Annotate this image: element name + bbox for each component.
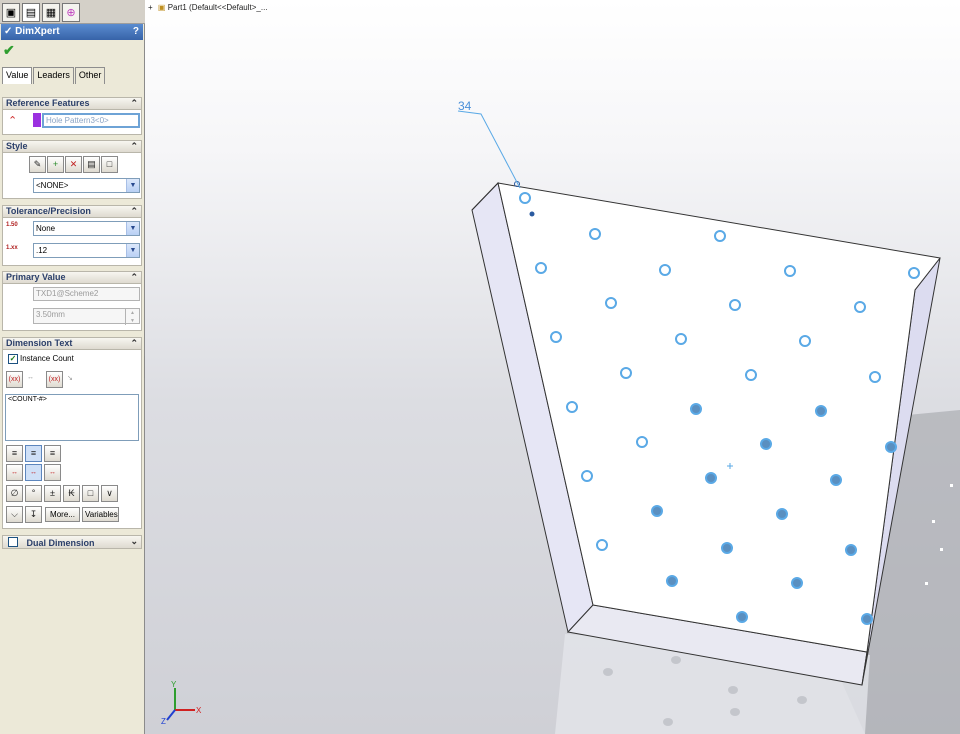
tolerance-precision-body: 1.50 None ▼ 1.xx .12 ▼ <box>2 218 142 266</box>
section-reference-features[interactable]: Reference Features ⌃ <box>2 97 142 110</box>
dimension-text-area[interactable]: <COUNT-#> <box>5 394 139 441</box>
help-button[interactable]: ? <box>133 24 139 40</box>
callout-leader <box>457 110 521 189</box>
callout-text[interactable]: 34 <box>458 99 472 113</box>
dimxpert-icon: ✓ <box>4 26 13 37</box>
tolerance-type-value: None <box>36 224 56 233</box>
primary-value-field: 3.50mm ▲ ▼ <box>33 308 140 325</box>
section-title: Style <box>6 141 28 151</box>
section-title: Reference Features <box>6 98 90 108</box>
primary-value-body: TXD1@Scheme2 3.50mm ▲ ▼ <box>2 284 142 331</box>
style-body: ✎ + ✕ ▤ □ <NONE> ▼ <box>2 153 142 199</box>
section-dimension-text[interactable]: Dimension Text ⌃ <box>2 337 142 350</box>
collapse-icon[interactable]: ⌃ <box>130 338 138 349</box>
section-title: Dimension Text <box>6 338 73 348</box>
diameter-symbol-icon[interactable]: ∅ <box>6 485 23 502</box>
align-right-icon[interactable]: ≡ <box>44 445 61 462</box>
more-symbols-button[interactable]: More... <box>45 507 80 522</box>
load-style-icon[interactable]: □ <box>101 156 118 173</box>
section-title: Dual Dimension <box>26 538 95 548</box>
justify-left-icon[interactable]: ↔ <box>6 464 23 481</box>
collapse-icon[interactable]: ⌃ <box>130 272 138 283</box>
justify-right-icon[interactable]: ↔ <box>44 464 61 481</box>
manager-tabs: ▣ ▤ ▦ ⊕ <box>0 0 145 24</box>
dimxpert-manager-icon[interactable]: ⊕ <box>62 3 80 22</box>
chevron-down-icon[interactable]: ▼ <box>126 222 139 235</box>
style-dropdown-value: <NONE> <box>36 181 69 190</box>
tab-leaders[interactable]: Leaders <box>33 67 74 84</box>
configuration-manager-icon[interactable]: ▦ <box>42 3 60 22</box>
depth-symbol-icon[interactable]: ↧ <box>25 506 42 523</box>
ok-button[interactable]: ✔ <box>3 42 15 59</box>
property-manager-panel: ▣ ▤ ▦ ⊕ ✓ DimXpert ? ✔ Value Leaders Oth… <box>0 0 145 734</box>
primary-value-reference-field: TXD1@Scheme2 <box>33 287 140 301</box>
expand-icon[interactable]: ⌄ <box>130 536 138 547</box>
spinner-icon: ▲ ▼ <box>125 309 139 325</box>
variables-button[interactable]: Variables <box>82 507 119 522</box>
justify-center-icon[interactable]: ↔ <box>25 464 42 481</box>
save-style-icon[interactable]: ▤ <box>83 156 100 173</box>
panel-title: DimXpert <box>15 26 60 37</box>
instance-count-label: Instance Count <box>20 354 74 363</box>
property-manager-icon[interactable]: ▤ <box>22 3 40 22</box>
model-view[interactable]: 34 Y X Z <box>145 0 960 734</box>
precision-value: .12 <box>36 246 48 255</box>
primary-value-text: 3.50mm <box>36 310 65 319</box>
plus-minus-symbol-icon[interactable]: ± <box>44 485 61 502</box>
tab-other[interactable]: Other <box>74 67 106 84</box>
precision-dropdown[interactable]: .12 ▼ <box>33 243 140 258</box>
tolerance-type-dropdown[interactable]: None ▼ <box>33 221 140 236</box>
symbol-dropdown-icon[interactable]: ∨ <box>101 485 118 502</box>
reference-features-body: ⌃ Hole Pattern3<0> <box>2 110 142 135</box>
tolerance-type-icon: 1.50 <box>6 222 18 228</box>
section-title: Primary Value <box>6 272 66 282</box>
apply-default-style-icon[interactable]: ✎ <box>29 156 46 173</box>
chevron-down-icon[interactable]: ▼ <box>126 244 139 257</box>
section-dual-dimension[interactable]: Dual Dimension ⌄ <box>2 535 142 549</box>
chevron-down-icon[interactable]: ▼ <box>126 179 139 192</box>
reference-features-field[interactable]: Hole Pattern3<0> <box>42 113 140 128</box>
axis-triad: Y X Z <box>161 680 202 726</box>
square-symbol-icon[interactable]: □ <box>82 485 99 502</box>
section-style[interactable]: Style ⌃ <box>2 140 142 153</box>
dual-dimension-checkbox[interactable] <box>8 537 18 547</box>
counterbore-symbol-icon[interactable]: ⌵ <box>6 506 23 523</box>
section-primary-value[interactable]: Primary Value ⌃ <box>2 271 142 284</box>
leader-anchor <box>529 211 535 217</box>
graphics-viewport[interactable]: + ▣ Part1 (Default<<Default>_... 34 Y X … <box>145 0 960 734</box>
collapse-icon[interactable]: ⌃ <box>130 98 138 109</box>
selection-color-swatch <box>33 113 41 127</box>
centerline-symbol-icon[interactable]: ₭ <box>63 485 80 502</box>
degree-symbol-icon[interactable]: ° <box>25 485 42 502</box>
property-tabs: Value Leaders Other <box>2 67 106 84</box>
align-left-icon[interactable]: ≡ <box>6 445 23 462</box>
feature-manager-icon[interactable]: ▣ <box>2 3 20 22</box>
tab-value[interactable]: Value <box>2 67 33 84</box>
section-title: Tolerance/Precision <box>6 206 91 216</box>
align-center-icon[interactable]: ≡ <box>25 445 42 462</box>
offset-text-icon: ↘ <box>67 375 73 382</box>
x-axis-label: X <box>196 706 202 715</box>
reference-features-icon: ⌃ <box>8 115 18 127</box>
property-manager-title: ✓ DimXpert ? <box>1 24 143 40</box>
y-axis-label: Y <box>171 680 177 689</box>
collapse-icon[interactable]: ⌃ <box>130 141 138 152</box>
add-parentheses-icon[interactable]: (xx) <box>6 371 23 388</box>
section-tolerance-precision[interactable]: Tolerance/Precision ⌃ <box>2 205 142 218</box>
instance-count-checkbox[interactable]: ✓ <box>8 354 18 364</box>
collapse-icon[interactable]: ⌃ <box>130 206 138 217</box>
style-dropdown[interactable]: <NONE> ▼ <box>33 178 140 193</box>
center-dimension-icon: ↔ <box>27 374 34 381</box>
z-axis-label: Z <box>161 717 166 726</box>
add-style-icon[interactable]: + <box>47 156 64 173</box>
inspection-dimension-icon[interactable]: (xx) <box>46 371 63 388</box>
delete-style-icon[interactable]: ✕ <box>65 156 82 173</box>
precision-icon: 1.xx <box>6 245 18 251</box>
